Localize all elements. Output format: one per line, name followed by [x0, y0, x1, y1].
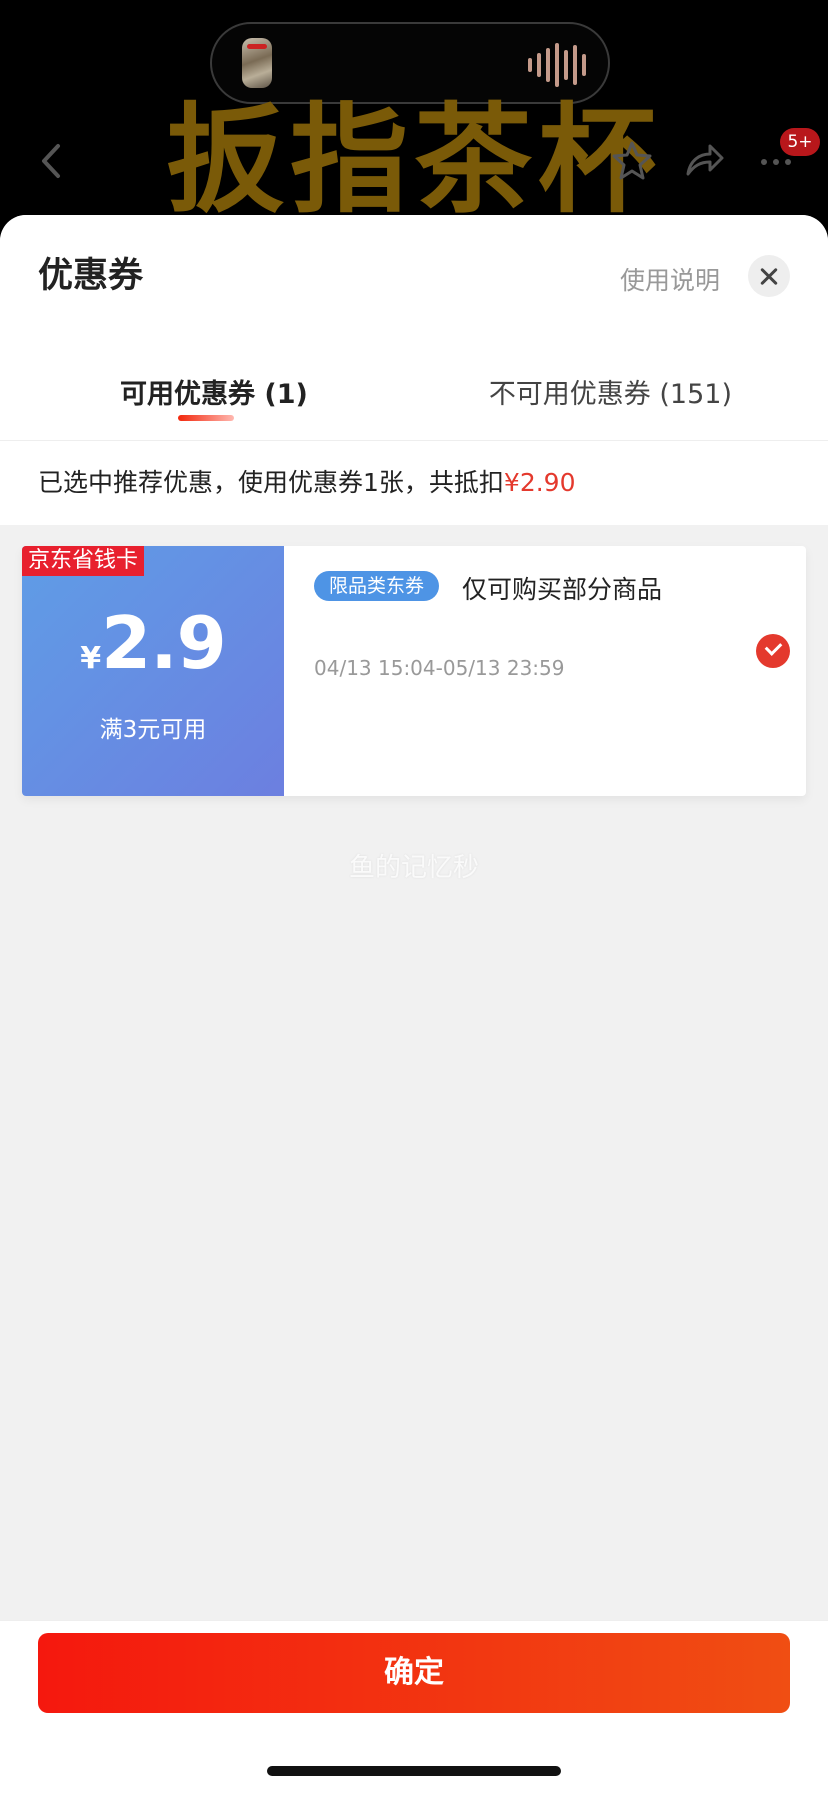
tab-unavailable-coupons[interactable]: 不可用优惠券 (151) [489, 372, 732, 411]
coupon-price: ¥2.9 [22, 601, 284, 685]
coupon-sheet: 优惠券 使用说明 可用优惠券 (1) 不可用优惠券 (151) 已选中推荐优惠，… [0, 215, 828, 1796]
sheet-header: 优惠券 使用说明 可用优惠券 (1) 不可用优惠券 (151) [0, 215, 828, 440]
discount-summary: 已选中推荐优惠，使用优惠券1张，共抵扣¥2.90 [0, 440, 828, 525]
coupon-threshold: 满3元可用 [99, 717, 207, 743]
coupon-corner-tag: 京东省钱卡 [22, 546, 145, 576]
coupon-amount: 2.9 [101, 601, 227, 685]
media-thumbnail [242, 38, 272, 88]
summary-text: 已选中推荐优惠，使用优惠券1张，共抵扣 [38, 468, 504, 497]
coupon-category-tag: 限品类东券 [314, 571, 440, 601]
home-indicator [267, 1766, 561, 1776]
summary-amount: ¥2.90 [503, 468, 576, 497]
sheet-title: 优惠券 [38, 256, 144, 296]
currency-symbol: ¥ [80, 641, 102, 676]
coupon-description: 仅可购买部分商品 [462, 575, 663, 604]
back-icon[interactable] [38, 138, 64, 184]
active-tab-indicator [178, 415, 234, 421]
coupon-value-panel: 京东省钱卡 ¥2.9 满3元可用 [22, 546, 284, 796]
audio-wave-icon [528, 42, 586, 88]
selected-check-icon[interactable] [756, 634, 790, 668]
coupon-valid-period: 04/13 15:04-05/13 23:59 [314, 656, 565, 680]
tab-available-coupons[interactable]: 可用优惠券 (1) [120, 372, 308, 411]
confirm-button[interactable]: 确定 [38, 1633, 790, 1713]
share-icon[interactable] [682, 138, 726, 182]
notification-badge: 5+ [780, 128, 820, 156]
watermark-text: 鱼的记忆秒 [348, 853, 479, 883]
star-icon[interactable] [610, 138, 654, 182]
coupon-card[interactable]: 京东省钱卡 ¥2.9 满3元可用 限品类东券 仅可购买部分商品 04/13 15… [22, 546, 806, 796]
close-icon[interactable] [748, 255, 790, 297]
usage-instructions-link[interactable]: 使用说明 [620, 261, 720, 297]
sheet-footer: 确定 [0, 1620, 828, 1796]
